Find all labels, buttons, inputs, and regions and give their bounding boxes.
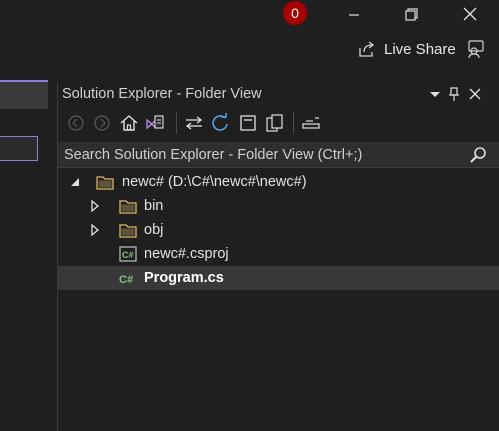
close-panel-icon[interactable] [467, 86, 483, 102]
switch-views-icon[interactable] [145, 113, 165, 133]
search-input[interactable] [58, 142, 470, 168]
notification-badge[interactable]: 0 [283, 1, 307, 25]
pin-icon[interactable] [446, 86, 462, 102]
search-box[interactable] [58, 142, 499, 168]
properties-icon[interactable] [301, 113, 321, 133]
folder-icon [96, 176, 114, 190]
back-icon[interactable] [66, 113, 86, 133]
svg-text:C#: C# [122, 250, 134, 260]
panel-title: Solution Explorer - Folder View [62, 86, 262, 102]
home-icon[interactable] [119, 113, 139, 133]
live-share-icon [359, 41, 375, 57]
folder-icon [119, 200, 137, 214]
restore-icon[interactable] [397, 6, 425, 24]
tree-item-obj[interactable]: obj [58, 218, 499, 242]
toolbar-separator [293, 112, 294, 134]
refresh-icon[interactable] [210, 113, 230, 133]
forward-icon[interactable] [92, 113, 112, 133]
tree-item-label: newc# (D:\C#\newc#\newc#) [122, 174, 307, 190]
svg-text:C#: C# [119, 274, 133, 286]
expanded-arrow-icon[interactable] [70, 176, 80, 188]
feedback-icon[interactable] [466, 39, 486, 59]
editor-tab[interactable] [0, 80, 48, 109]
collapsed-arrow-icon[interactable] [90, 200, 100, 212]
tree-item-label: newc#.csproj [144, 246, 229, 262]
live-share-label: Live Share [384, 40, 456, 58]
live-share-button[interactable]: Live Share [358, 38, 456, 60]
close-icon[interactable] [456, 6, 484, 24]
tree-item-label: Program.cs [144, 270, 224, 286]
tree-item-program-cs[interactable]: C# Program.cs [58, 266, 499, 290]
editor-field[interactable] [0, 136, 38, 161]
collapse-all-icon[interactable] [238, 113, 258, 133]
csharp-file-icon: C# [119, 274, 133, 286]
collapsed-arrow-icon[interactable] [90, 224, 100, 236]
tree-item-csproj[interactable]: C# newc#.csproj [58, 242, 499, 266]
tree-item-label: obj [144, 222, 164, 238]
show-all-files-icon[interactable] [265, 113, 285, 133]
tree-item-solution-folder[interactable]: newc# (D:\C#\newc#\newc#) [58, 170, 499, 194]
tree-item-bin[interactable]: bin [58, 194, 499, 218]
minimize-icon[interactable] [340, 6, 368, 24]
folder-icon [119, 224, 137, 238]
sync-active-document-icon[interactable] [184, 113, 204, 133]
dropdown-arrow-icon[interactable] [427, 86, 443, 102]
csharp-project-icon: C# [119, 246, 137, 262]
toolbar-separator [176, 112, 177, 134]
search-icon[interactable] [469, 146, 487, 164]
tree-item-label: bin [144, 198, 164, 214]
